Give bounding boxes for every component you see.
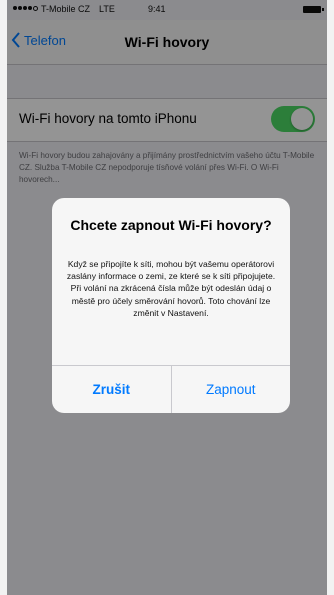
alert-message: Když se připojíte k síti, mohou být vaše… (66, 259, 276, 318)
alert-title: Chcete zapnout Wi-Fi hovory? (70, 217, 272, 233)
alert-buttons: Zrušit Zapnout (52, 365, 290, 413)
screen: T-Mobile CZ LTE 9:41 Telefon Wi-Fi hovor… (7, 0, 327, 595)
confirm-button[interactable]: Zapnout (172, 366, 291, 413)
alert-dialog: Chcete zapnout Wi-Fi hovory? Když se při… (52, 198, 290, 413)
cancel-button[interactable]: Zrušit (52, 366, 172, 413)
